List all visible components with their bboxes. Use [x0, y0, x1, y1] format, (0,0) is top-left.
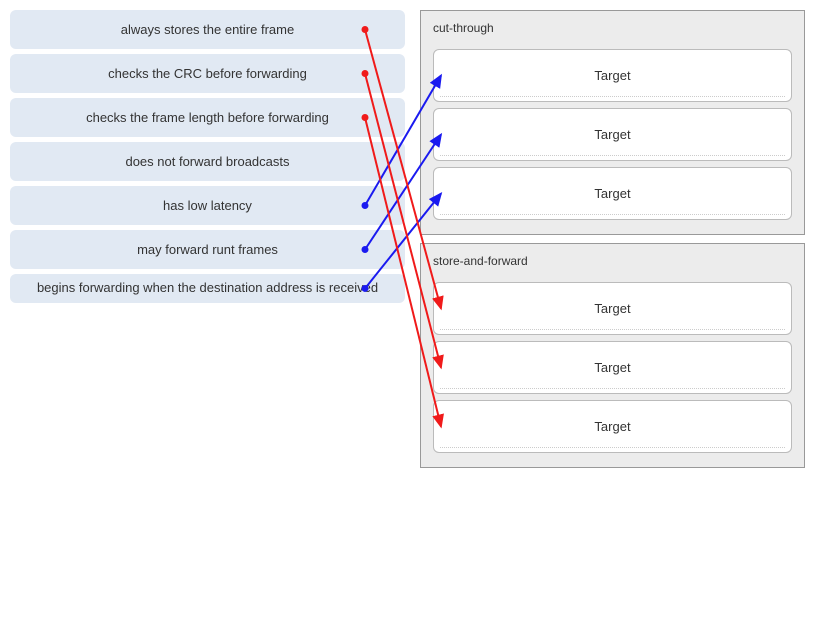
- target-slot[interactable]: Target: [433, 108, 792, 161]
- source-item[interactable]: may forward runt frames: [10, 230, 405, 269]
- source-item[interactable]: checks the frame length before forwardin…: [10, 98, 405, 137]
- target-slot[interactable]: Target: [433, 49, 792, 102]
- source-item[interactable]: does not forward broadcasts: [10, 142, 405, 181]
- source-item[interactable]: begins forwarding when the destination a…: [10, 274, 405, 303]
- source-item[interactable]: always stores the entire frame: [10, 10, 405, 49]
- source-item[interactable]: has low latency: [10, 186, 405, 225]
- group-title: cut-through: [429, 19, 796, 43]
- target-groups: cut-through Target Target Target store-a…: [420, 10, 805, 468]
- source-list: always stores the entire frame checks th…: [10, 10, 405, 468]
- source-item[interactable]: checks the CRC before forwarding: [10, 54, 405, 93]
- target-slot[interactable]: Target: [433, 282, 792, 335]
- target-slot[interactable]: Target: [433, 167, 792, 220]
- target-slot[interactable]: Target: [433, 400, 792, 453]
- group-title: store-and-forward: [429, 252, 796, 276]
- target-group-cut-through: cut-through Target Target Target: [420, 10, 805, 235]
- target-slot[interactable]: Target: [433, 341, 792, 394]
- target-group-store-and-forward: store-and-forward Target Target Target: [420, 243, 805, 468]
